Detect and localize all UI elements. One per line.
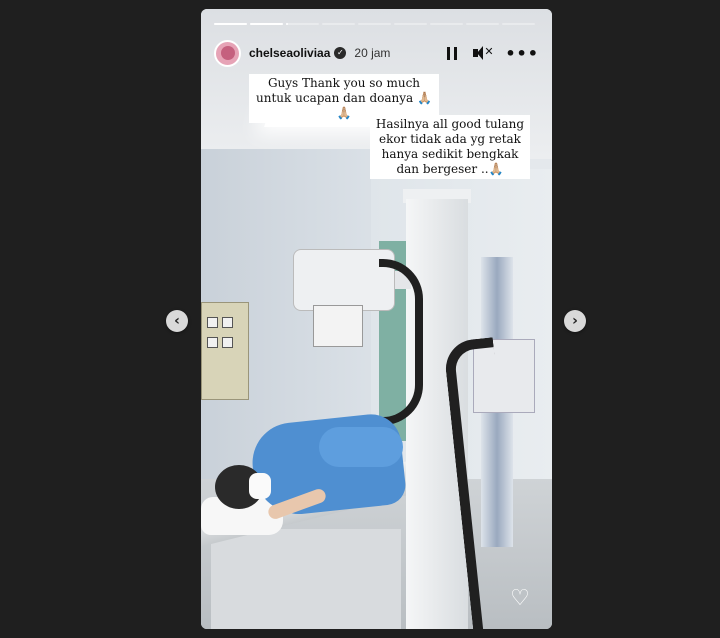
- mute-icon[interactable]: ✕: [473, 45, 494, 61]
- chevron-left-icon: ‹: [174, 313, 180, 329]
- avatar[interactable]: [214, 39, 241, 67]
- post-time: 20 jam: [354, 46, 391, 60]
- progress-segment: [502, 23, 535, 25]
- progress-segment: [466, 23, 499, 25]
- progress-fill: [214, 23, 247, 25]
- username[interactable]: chelseaoliviaa: [249, 46, 330, 60]
- story-header: chelseaoliviaa ✓ 20 jam ✕ •••: [214, 36, 539, 70]
- progress-segment: [358, 23, 391, 25]
- previous-story-button[interactable]: ‹: [166, 310, 188, 332]
- next-story-button[interactable]: ›: [564, 310, 586, 332]
- progress-segment: [322, 23, 355, 25]
- pause-icon[interactable]: [447, 46, 458, 60]
- story-viewer: chelseaoliviaa ✓ 20 jam ✕ ••• Guys Thank…: [201, 9, 552, 629]
- chevron-right-icon: ›: [572, 313, 578, 329]
- heart-icon[interactable]: ♡: [508, 587, 532, 611]
- progress-segment: [250, 23, 283, 25]
- progress-segment: [286, 23, 319, 25]
- progress-segment: [394, 23, 427, 25]
- progress-segment: [214, 23, 247, 25]
- progress-segment: [430, 23, 463, 25]
- progress-fill: [250, 23, 283, 25]
- story-progress-bar: [214, 23, 535, 25]
- more-icon[interactable]: •••: [505, 44, 539, 63]
- verified-badge-icon: ✓: [334, 47, 347, 59]
- progress-fill: [286, 23, 288, 25]
- caption-result: Hasilnya all good tulang ekor tidak ada …: [370, 115, 530, 179]
